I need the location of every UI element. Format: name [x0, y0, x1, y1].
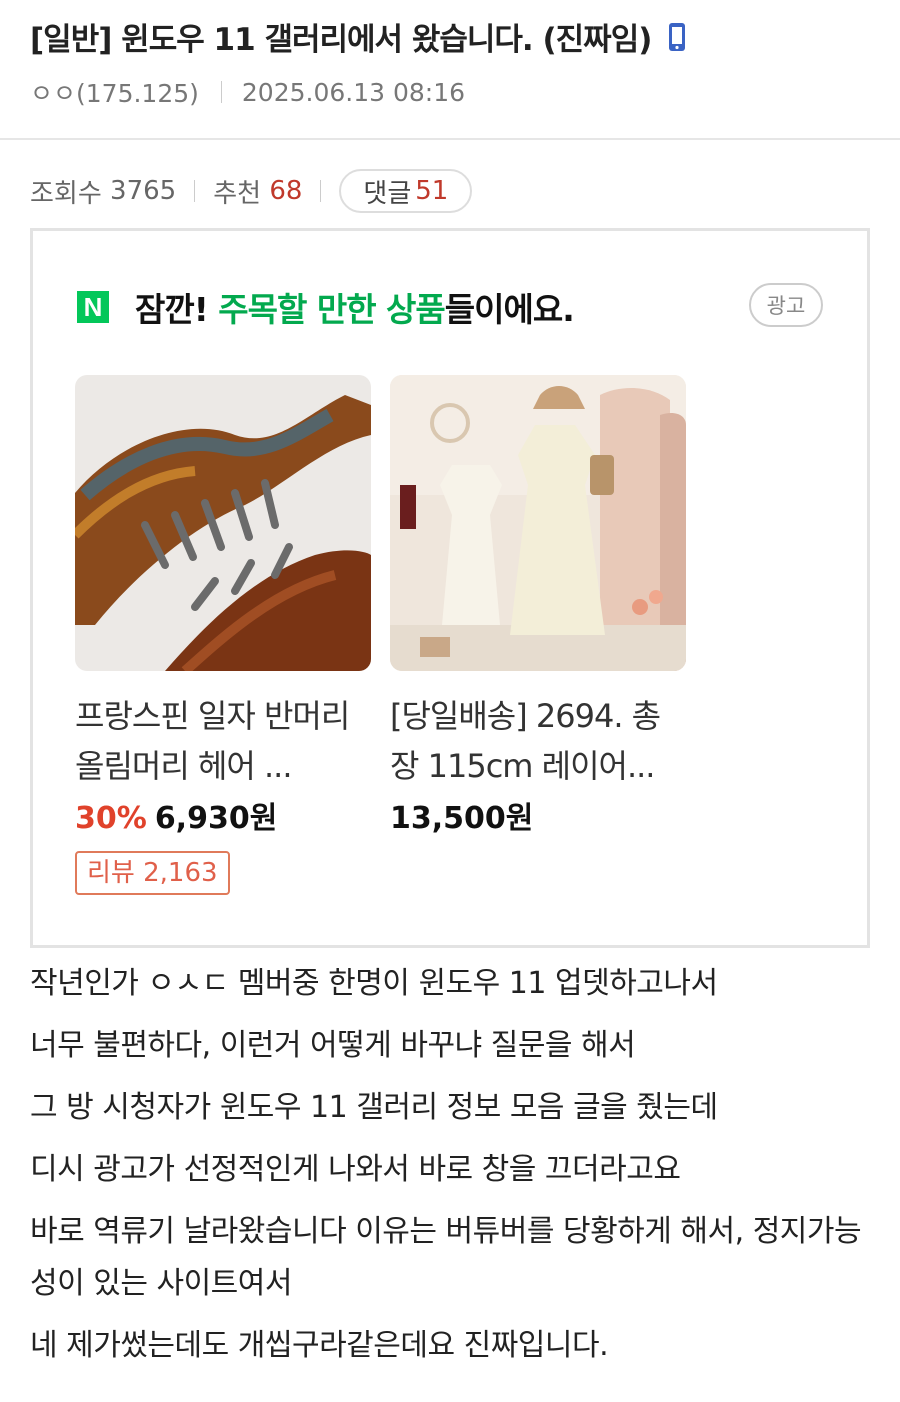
product-name[interactable]: 프랑스핀 일자 반머리 올림머리 헤어 ...	[75, 691, 371, 791]
body-paragraph: 작년인가 ㅇㅅㄷ 멤버중 한명이 윈도우 11 업뎃하고나서	[30, 966, 718, 1001]
meta-divider	[220, 81, 222, 103]
body-paragraph: 디시 광고가 선정적인게 나와서 바로 창을 끄더라고요	[30, 1152, 681, 1187]
ad-panel: N 잠깐! 주목할 만한 상품들이에요. 광고 프랑스핀 일자 반머리 올림머리…	[30, 228, 870, 948]
product-image-hair-claw[interactable]	[75, 375, 371, 671]
ad-badge[interactable]: 광고	[749, 283, 823, 327]
product-price-row: 13,500원	[390, 793, 686, 837]
body-paragraph: 그 방 시청자가 윈도우 11 갤러리 정보 모음 글을 줬는데	[30, 1090, 718, 1125]
post-stats: 조회수 3765 추천 68 댓글 51	[30, 168, 473, 214]
product-review-badge: 리뷰 2,163	[75, 851, 230, 895]
product-image-dress[interactable]	[390, 375, 686, 671]
body-paragraph: 바로 역류기 날라왔습니다 이유는 버튜버를 당황하게 해서, 정지가능성이 있…	[30, 1214, 862, 1301]
ad-title-suffix: 들이에요.	[444, 290, 575, 329]
views-label: 조회수	[30, 178, 102, 209]
mobile-phone-icon	[667, 22, 687, 52]
post-title-text: [일반] 윈도우 11 갤러리에서 왔습니다. (진짜임)	[30, 22, 652, 58]
product-card[interactable]: [당일배송] 2694. 총장 115cm 레이어... 13,500원	[390, 375, 686, 837]
post-header: [일반] 윈도우 11 갤러리에서 왔습니다. (진짜임)	[30, 14, 870, 59]
product-discount: 30%	[75, 801, 147, 836]
product-price: 6,930원	[154, 801, 278, 836]
body-paragraph: 네 제가썼는데도 개씹구라같은데요 진짜입니다.	[30, 1328, 609, 1363]
likes-label: 추천	[213, 178, 262, 209]
author-name[interactable]: ㅇㅇ(175.125)	[30, 74, 199, 110]
product-price-row: 30% 6,930원	[75, 793, 371, 837]
post-date: 2025.06.13 08:16	[241, 77, 466, 107]
comments-label: 댓글	[363, 178, 412, 209]
naver-logo-icon: N	[77, 291, 109, 323]
product-price: 13,500원	[390, 801, 534, 836]
ad-title: 잠깐! 주목할 만한 상품들이에요.	[135, 283, 575, 331]
ad-header: N 잠깐! 주목할 만한 상품들이에요.	[77, 283, 575, 331]
post-meta: ㅇㅇ(175.125) 2025.06.13 08:16	[30, 74, 465, 110]
product-name[interactable]: [당일배송] 2694. 총장 115cm 레이어...	[390, 691, 686, 791]
product-card[interactable]: 프랑스핀 일자 반머리 올림머리 헤어 ... 30% 6,930원 리뷰 2,1…	[75, 375, 371, 895]
stats-divider	[320, 180, 322, 202]
body-paragraph: 너무 불편하다, 이런거 어떻게 바꾸냐 질문을 해서	[30, 1028, 636, 1063]
likes-count: 68	[269, 176, 303, 206]
stats-divider	[194, 180, 196, 202]
post-title: [일반] 윈도우 11 갤러리에서 왔습니다. (진짜임)	[30, 14, 870, 59]
post-body: 작년인가 ㅇㅅㄷ 멤버중 한명이 윈도우 11 업뎃하고나서 너무 불편하다, …	[30, 958, 875, 1382]
ad-title-prefix: 잠깐!	[135, 290, 219, 329]
header-divider	[0, 138, 900, 140]
comments-button[interactable]: 댓글 51	[339, 169, 473, 213]
ad-title-highlight: 주목할 만한 상품	[218, 290, 445, 329]
views-count: 3765	[110, 176, 177, 206]
comments-count: 51	[415, 176, 449, 206]
